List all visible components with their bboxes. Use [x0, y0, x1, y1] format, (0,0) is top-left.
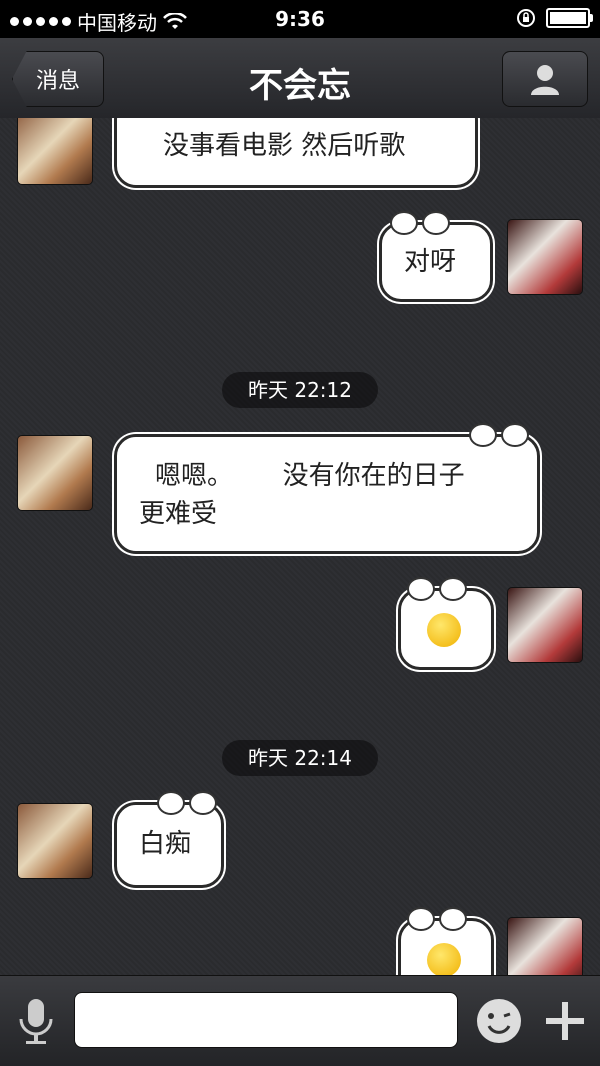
- bubble-eyes-decoration: [157, 791, 217, 817]
- profile-button[interactable]: [502, 51, 588, 107]
- message-bubble-left[interactable]: 白痴: [114, 791, 224, 888]
- contact-avatar[interactable]: [18, 804, 92, 878]
- plus-icon: [546, 1002, 584, 1040]
- smirk-emoji-icon: [427, 613, 461, 647]
- message-bubble-right[interactable]: [398, 907, 494, 975]
- more-button[interactable]: [540, 996, 590, 1046]
- status-time: 9:36: [275, 7, 325, 31]
- timestamp: 昨天 22:12: [222, 372, 378, 408]
- message-bubble-right[interactable]: [398, 577, 494, 670]
- input-bar: [0, 975, 600, 1066]
- user-avatar[interactable]: [508, 588, 582, 662]
- message-text-line-2: 更难受: [139, 499, 218, 529]
- message-text-line-1: 嗯嗯。 没有你在的日子: [155, 461, 465, 491]
- contact-avatar[interactable]: [18, 118, 92, 184]
- smirk-emoji-icon: [427, 943, 461, 975]
- timestamp: 昨天 22:14: [222, 740, 378, 776]
- bubble-eyes-decoration: [469, 423, 529, 449]
- message-input[interactable]: [74, 992, 458, 1048]
- message-text: 对呀: [404, 247, 457, 277]
- rotation-lock-icon: [517, 9, 535, 27]
- message-bubble-left[interactable]: 嗯嗯。 没有你在的日子 更难受: [114, 423, 540, 554]
- emoji-button[interactable]: [474, 996, 524, 1046]
- bubble-eyes-decoration: [407, 907, 467, 933]
- message-bubble-right[interactable]: 对呀: [379, 211, 493, 302]
- message-bubble-left[interactable]: 没事看电影 然后听歌: [114, 118, 478, 188]
- battery-icon: [546, 8, 593, 28]
- emoji-icon: [477, 999, 521, 1043]
- user-avatar[interactable]: [508, 918, 582, 975]
- nav-bar: 消息 不会忘: [0, 38, 600, 119]
- person-icon: [531, 65, 559, 95]
- bubble-eyes-decoration: [390, 211, 450, 237]
- bubble-eyes-decoration: [407, 577, 467, 603]
- microphone-icon: [19, 999, 53, 1044]
- user-avatar[interactable]: [508, 220, 582, 294]
- voice-button[interactable]: [14, 996, 58, 1046]
- contact-avatar[interactable]: [18, 436, 92, 510]
- chat-area[interactable]: 没事看电影 然后听歌 对呀 昨天 22:12 嗯嗯。 没有你在的日子 更难受 昨…: [0, 118, 600, 975]
- status-bar: 中国移动 9:36: [0, 0, 600, 38]
- message-text: 白痴: [139, 829, 192, 859]
- message-text: 没事看电影 然后听歌: [163, 131, 406, 161]
